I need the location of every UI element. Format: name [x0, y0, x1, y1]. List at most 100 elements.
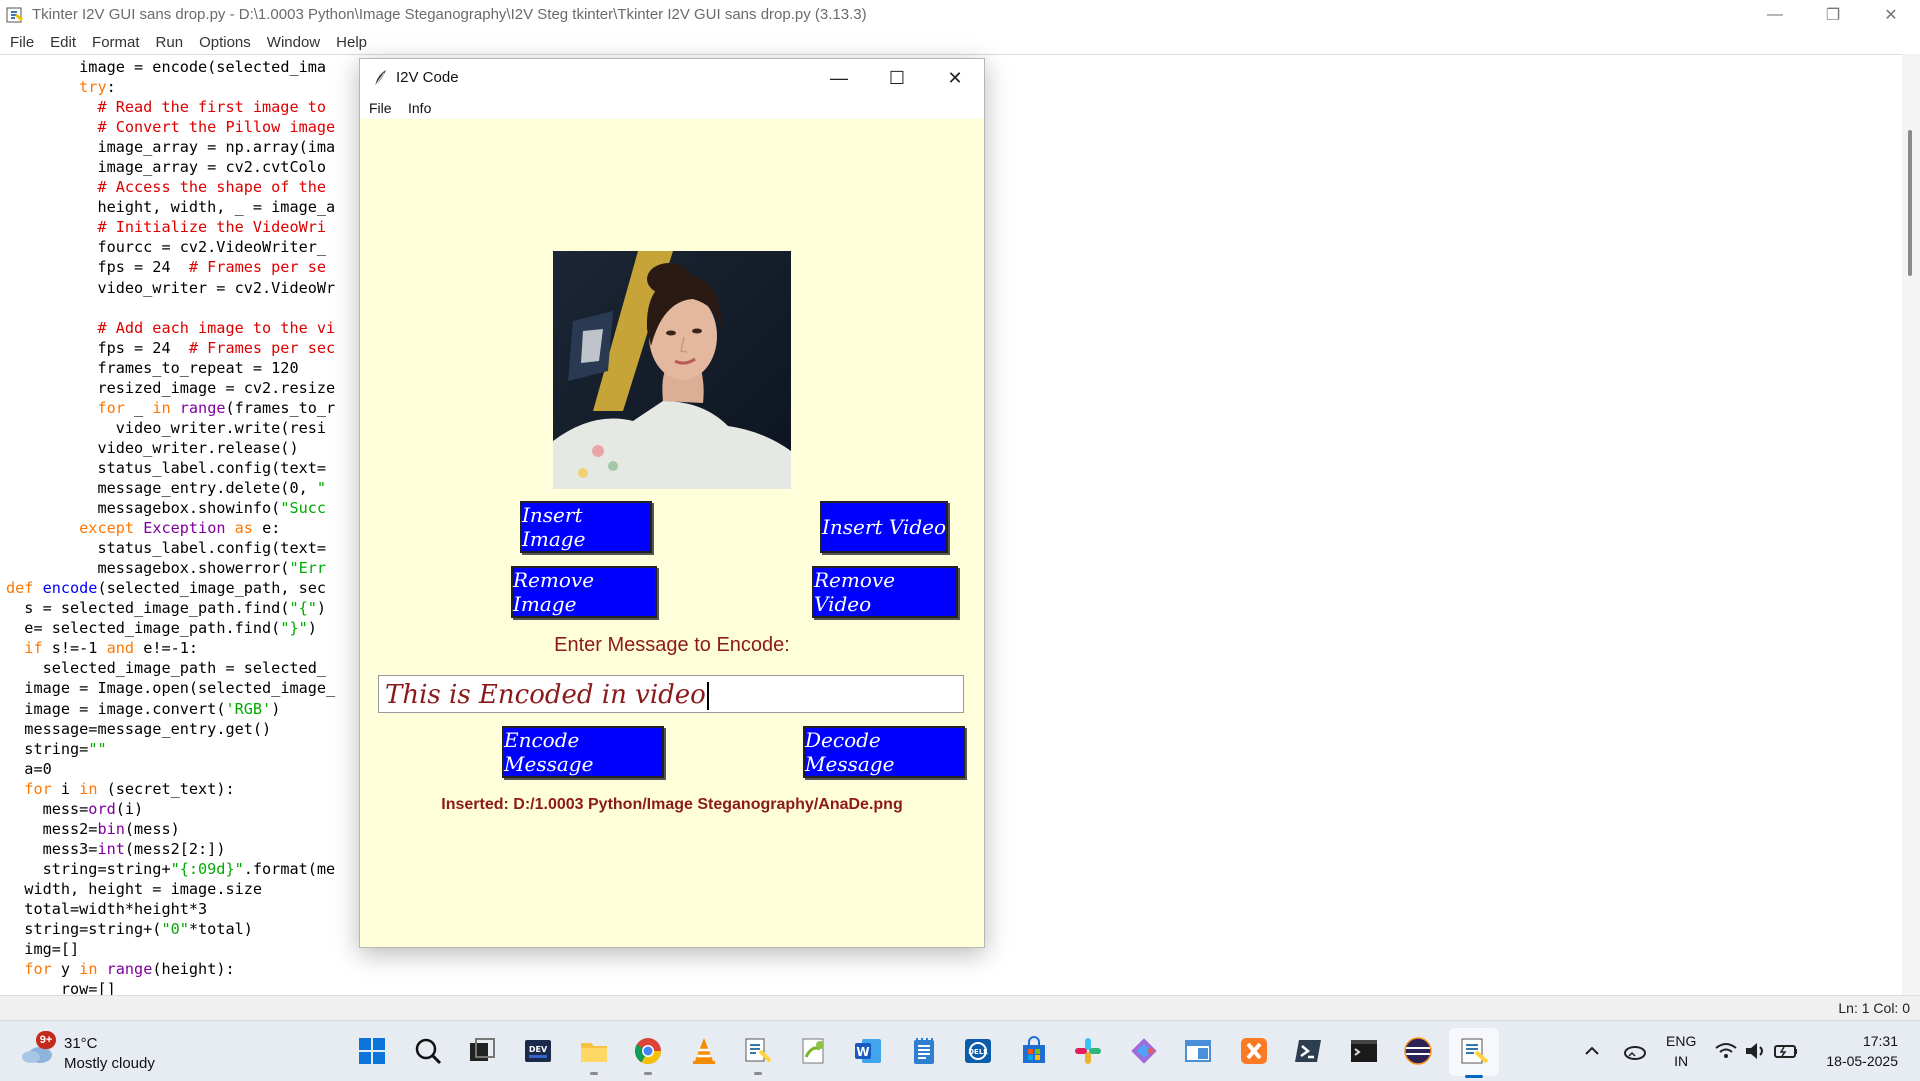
code-line: def encode(selected_image_path, sec: [6, 579, 327, 598]
powershell-icon[interactable]: [1290, 1033, 1326, 1069]
enter-message-label: Enter Message to Encode:: [554, 634, 790, 656]
running-indicator: [590, 1072, 598, 1075]
remove-image-button[interactable]: Remove Image: [511, 566, 657, 618]
editor-statusbar: Ln: 1 Col: 0: [0, 995, 1920, 1020]
code-line: image_array = cv2.cvtColo: [97, 158, 327, 177]
code-line: height, width, _ = image_a: [97, 198, 336, 217]
code-line: for y in range(height):: [24, 960, 235, 979]
git-icon[interactable]: [1126, 1033, 1162, 1069]
code-line: s = selected_image_path.find("{"): [24, 599, 327, 618]
remove-video-button[interactable]: Remove Video: [812, 566, 958, 618]
status-message: Inserted: D:/1.0003 Python/Image Stegano…: [441, 796, 903, 813]
code-line: video_writer.write(resi: [115, 418, 327, 437]
message-input[interactable]: This is Encoded in video: [378, 675, 964, 713]
code-line: width, height = image.size: [24, 879, 263, 898]
feather-icon: [374, 70, 386, 87]
idle-menu-options[interactable]: Options: [199, 34, 251, 51]
search-icon[interactable]: [410, 1033, 446, 1069]
onedrive-sync-icon[interactable]: [1616, 1033, 1652, 1069]
terminal-icon[interactable]: [1346, 1033, 1382, 1069]
code-line: status_label.config(text=: [97, 458, 327, 477]
code-line: fps = 24 # Frames per se: [97, 258, 327, 277]
python-icon[interactable]: [740, 1033, 776, 1075]
editor-scrollbar-thumb[interactable]: [1908, 130, 1912, 276]
active-app-indicator: [1465, 1075, 1483, 1078]
idle-menubar: File Edit Format Run Options Window Help: [0, 30, 1920, 54]
task-view-icon[interactable]: [464, 1033, 500, 1069]
idle-icon[interactable]: [1456, 1033, 1492, 1069]
code-line: image = image.convert('RGB'): [24, 699, 281, 718]
code-line: status_label.config(text=: [97, 539, 327, 558]
insert-video-button[interactable]: Insert Video: [820, 501, 948, 553]
language-code: ENG: [1666, 1033, 1697, 1049]
vlc-icon[interactable]: [686, 1033, 722, 1069]
cursor-position: Ln: 1 Col: 0: [1838, 1000, 1910, 1016]
code-line: image = encode(selected_ima: [79, 58, 327, 76]
code-line: # Initialize the VideoWri: [97, 218, 327, 237]
idle-menu-format[interactable]: Format: [92, 34, 140, 51]
idle-close-button[interactable]: ✕: [1862, 0, 1920, 29]
i2v-close-button[interactable]: ✕: [926, 59, 984, 97]
xampp-icon[interactable]: [1236, 1033, 1272, 1069]
code-line: resized_image = cv2.resize: [97, 378, 336, 397]
chevron-up-icon[interactable]: [1574, 1033, 1610, 1069]
window-icon[interactable]: [1180, 1033, 1216, 1069]
idle-restore-button[interactable]: ❐: [1804, 0, 1862, 29]
code-line: if s!=-1 and e!=-1:: [24, 639, 199, 658]
running-indicator: [754, 1072, 762, 1075]
code-line: # Read the first image to: [97, 98, 327, 117]
code-line: for i in (secret_text):: [24, 779, 235, 798]
code-line: string="": [24, 739, 107, 758]
code-line: a=0: [24, 759, 52, 778]
notepad-plus-icon[interactable]: [796, 1033, 832, 1069]
svg-text:W: W: [856, 1045, 869, 1059]
input-language[interactable]: ENG IN: [1666, 1031, 1696, 1071]
slack-icon[interactable]: [1070, 1033, 1106, 1069]
i2v-maximize-button[interactable]: ☐: [868, 59, 926, 97]
battery-icon[interactable]: [1768, 1033, 1804, 1069]
code-lines: image = encode(selected_ima try: # Read …: [6, 57, 335, 996]
word-icon[interactable]: W: [850, 1033, 886, 1069]
insert-image-button[interactable]: Insert Image: [520, 501, 652, 553]
code-line: image_array = np.array(ima: [97, 138, 336, 157]
idle-minimize-button[interactable]: —: [1746, 0, 1804, 29]
encode-message-button[interactable]: Encode Message: [502, 726, 664, 778]
idle-menu-window[interactable]: Window: [267, 34, 320, 51]
weather-widget[interactable]: 9+ 31°C Mostly cloudy: [20, 1029, 180, 1073]
decode-message-button[interactable]: Decode Message: [803, 726, 965, 778]
code-line: mess3=int(mess2[2:]): [42, 839, 226, 858]
idle-menu-run[interactable]: Run: [156, 34, 184, 51]
editor-scrollbar[interactable]: [1902, 54, 1920, 995]
i2v-minimize-button[interactable]: —: [810, 59, 868, 97]
taskbar: 9+ 31°C Mostly cloudy DEV W DELL ENG IN …: [0, 1020, 1920, 1081]
code-line: message=message_entry.get(): [24, 719, 272, 738]
code-line: frames_to_repeat = 120: [97, 358, 299, 377]
i2v-menubar: File Info: [360, 97, 984, 119]
i2v-titlebar: I2V Code — ☐ ✕: [360, 59, 984, 97]
chrome-icon[interactable]: [630, 1033, 666, 1075]
code-line: for _ in range(frames_to_r: [97, 398, 336, 417]
eclipse-icon[interactable]: [1400, 1033, 1436, 1069]
idle-menu-edit[interactable]: Edit: [50, 34, 76, 51]
store-icon[interactable]: [1016, 1033, 1052, 1069]
region-code: IN: [1674, 1053, 1689, 1069]
file-explorer-icon[interactable]: [576, 1033, 612, 1075]
code-line: fourcc = cv2.VideoWriter_: [97, 238, 327, 257]
running-indicator: [644, 1072, 652, 1075]
dell-icon[interactable]: DELL: [960, 1033, 996, 1069]
code-line: image = Image.open(selected_image_: [24, 679, 336, 698]
system-clock[interactable]: 17:31 18-05-2025: [1818, 1031, 1898, 1071]
clock-time: 17:31: [1862, 1033, 1898, 1049]
idle-menu-file[interactable]: File: [10, 34, 34, 51]
dev-home-icon[interactable]: DEV: [520, 1033, 556, 1069]
code-line: img=[]: [24, 940, 80, 959]
notepad-icon[interactable]: [906, 1033, 942, 1069]
idle-menu-help[interactable]: Help: [336, 34, 367, 51]
idle-app-icon: [6, 7, 23, 22]
text-cursor: [706, 682, 709, 710]
start-icon[interactable]: [354, 1033, 390, 1069]
code-line: # Access the shape of the: [97, 178, 327, 197]
i2v-menu-info[interactable]: Info: [408, 100, 431, 116]
i2v-menu-file[interactable]: File: [369, 100, 392, 116]
